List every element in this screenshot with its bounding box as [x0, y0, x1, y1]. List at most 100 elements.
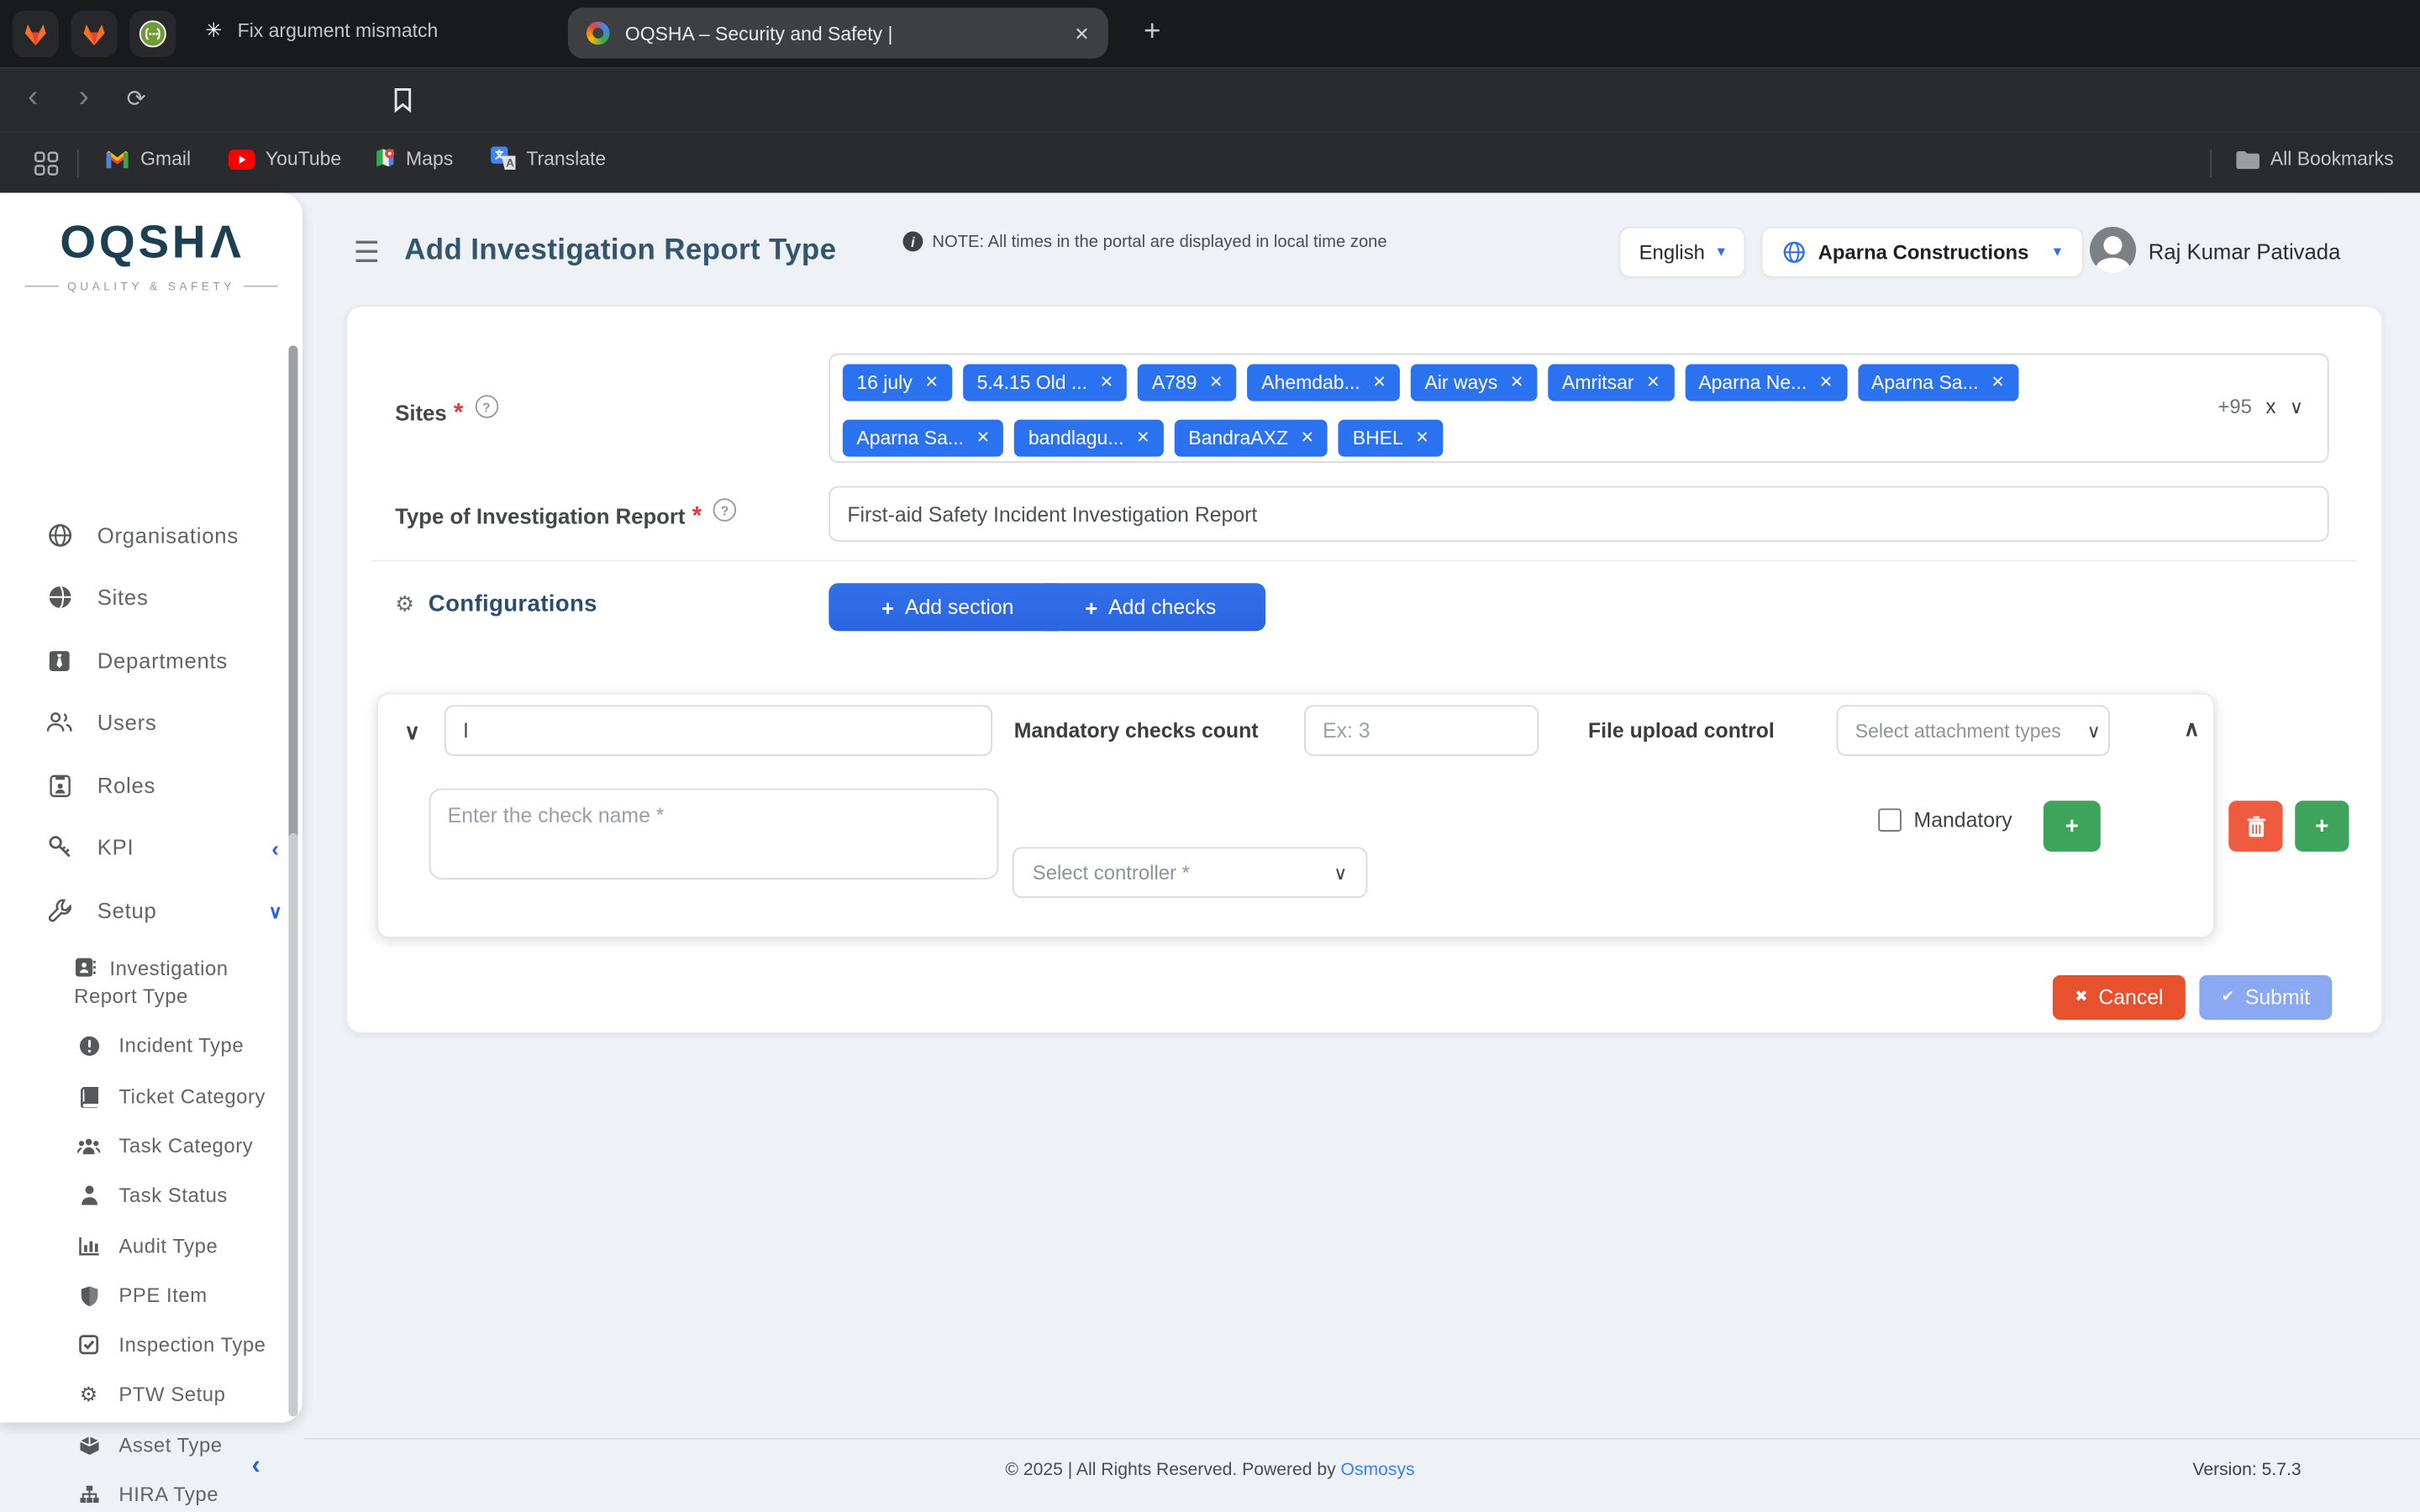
sidebar-item-investigation-report-type[interactable]: Investigation Report Type: [74, 955, 275, 1011]
pinned-tab-gitlab-2[interactable]: [71, 11, 117, 57]
sidebar-scrollbar-thumb[interactable]: [288, 833, 297, 1416]
sidebar-item-hira-type[interactable]: HIRA Type: [77, 1483, 218, 1506]
user-name: Raj Kumar Pativada: [2149, 239, 2341, 264]
chip-remove-icon[interactable]: ✕: [924, 373, 938, 391]
add-check-button[interactable]: +: [2044, 801, 2101, 852]
bookmark-gmail[interactable]: Gmail: [105, 148, 191, 170]
id-card-icon: [46, 774, 72, 797]
sidebar-item-departments[interactable]: Departments: [46, 648, 228, 672]
gitlab-icon: [82, 23, 106, 46]
tab-oqsha-active[interactable]: OQSHA – Security and Safety | ✕: [568, 8, 1108, 59]
check-name-textarea[interactable]: [429, 789, 999, 879]
apps-grid-icon[interactable]: [34, 151, 58, 176]
chip-remove-icon[interactable]: ✕: [1372, 373, 1386, 391]
pinned-tab-gitlab-1[interactable]: [13, 11, 59, 57]
sidebar-item-ppe-item[interactable]: PPE Item: [77, 1284, 208, 1307]
all-bookmarks[interactable]: All Bookmarks: [2235, 148, 2394, 170]
chip-remove-icon[interactable]: ✕: [1100, 373, 1113, 391]
sidebar-item-task-category[interactable]: Task Category: [77, 1134, 253, 1158]
sidebar-item-users[interactable]: Users: [46, 710, 156, 734]
page-title: Add Investigation Report Type: [404, 234, 836, 268]
add-section-button[interactable]: + Add section: [829, 583, 1066, 631]
sidebar-item-ptw-setup[interactable]: ⚙ PTW Setup: [77, 1383, 226, 1406]
expand-sites-icon[interactable]: ∨: [2290, 396, 2303, 417]
section-expand-icon[interactable]: ∧: [2184, 716, 2200, 742]
sidebar-item-setup[interactable]: Setup: [46, 898, 156, 922]
pinned-tab-green-app[interactable]: [129, 11, 176, 57]
help-icon[interactable]: ?: [475, 395, 498, 418]
sidebar-item-sites[interactable]: Sites: [46, 585, 148, 609]
add-section-inline-button[interactable]: +: [2295, 801, 2349, 852]
sidebar-item-roles[interactable]: Roles: [46, 773, 155, 797]
bookmark-translate[interactable]: Translate: [491, 146, 606, 170]
sidebar-item-ticket-category[interactable]: Ticket Category: [77, 1084, 266, 1108]
chip-remove-icon[interactable]: ✕: [976, 429, 990, 448]
chip-remove-icon[interactable]: ✕: [1209, 373, 1223, 391]
kpi-collapse-icon[interactable]: ‹: [271, 837, 279, 861]
mandatory-checkbox[interactable]: [1878, 808, 1902, 832]
sidebar-item-inspection-type[interactable]: Inspection Type: [77, 1333, 266, 1357]
sidebar-item-task-status[interactable]: Task Status: [77, 1184, 228, 1207]
clear-all-icon[interactable]: x: [2265, 395, 2275, 418]
cancel-button[interactable]: ✖ Cancel: [2053, 975, 2186, 1020]
help-icon[interactable]: ?: [713, 498, 737, 522]
bookmark-maps[interactable]: Maps: [375, 146, 453, 170]
site-chip[interactable]: bandlagu...✕: [1014, 420, 1164, 457]
bookmark-youtube[interactable]: YouTube: [229, 148, 341, 170]
reload-icon[interactable]: ⟳: [127, 85, 146, 113]
chip-remove-icon[interactable]: ✕: [1991, 373, 2004, 391]
site-chip[interactable]: A789✕: [1138, 364, 1237, 401]
site-chip[interactable]: 5.4.15 Old ...✕: [963, 364, 1127, 401]
sidebar-item-asset-type[interactable]: Asset Type: [77, 1433, 223, 1457]
osmosys-link[interactable]: Osmosys: [1341, 1461, 1415, 1479]
sidebar-item-incident-type[interactable]: Incident Type: [77, 1034, 244, 1058]
chip-remove-icon[interactable]: ✕: [1646, 373, 1660, 391]
setup-expand-icon[interactable]: ∨: [269, 901, 282, 923]
sidebar-item-audit-type[interactable]: Audit Type: [77, 1234, 218, 1257]
attachment-type-select[interactable]: Select attachment types ∨: [1837, 705, 2110, 756]
site-chip[interactable]: BHEL✕: [1339, 420, 1443, 457]
section-collapse-icon[interactable]: ∨: [404, 719, 420, 745]
chip-remove-icon[interactable]: ✕: [1415, 429, 1428, 448]
controller-select[interactable]: Select controller * ∨: [1013, 847, 1367, 898]
report-type-input[interactable]: [829, 486, 2328, 542]
site-chip[interactable]: Air ways✕: [1411, 364, 1538, 401]
add-checks-button[interactable]: + Add checks: [1035, 583, 1265, 631]
screen: ✳ Fix argument mismatch OQSHA – Security…: [0, 0, 2420, 1512]
tab-fix-argument-mismatch[interactable]: ✳ Fix argument mismatch: [205, 18, 438, 43]
select-placeholder: Select attachment types: [1855, 720, 2061, 742]
back-icon[interactable]: ‹: [28, 81, 38, 113]
mandatory-toggle[interactable]: Mandatory: [1878, 808, 2012, 832]
chip-remove-icon[interactable]: ✕: [1510, 373, 1523, 391]
site-chip[interactable]: Amritsar✕: [1549, 364, 1674, 401]
sidebar-item-label: PPE Item: [118, 1284, 207, 1307]
close-tab-icon[interactable]: ✕: [1074, 23, 1089, 45]
site-chip[interactable]: Ahemdab...✕: [1248, 364, 1400, 401]
submit-button[interactable]: ✔ Submit: [2199, 975, 2332, 1020]
hamburger-icon[interactable]: ☰: [354, 236, 380, 271]
sidebar-item-label: Incident Type: [118, 1034, 244, 1058]
chevron-down-icon: ∨: [1334, 862, 1347, 884]
site-chip[interactable]: Aparna Sa...✕: [843, 420, 1004, 457]
user-avatar[interactable]: [2090, 227, 2136, 273]
sites-multiselect[interactable]: 16 july✕ 5.4.15 Old ...✕ A789✕ Ahemdab..…: [829, 354, 2328, 463]
section-name-input[interactable]: [445, 705, 992, 756]
site-chip[interactable]: Aparna Sa...✕: [1858, 364, 2019, 401]
divider: [77, 150, 79, 177]
sidebar-item-kpi[interactable]: KPI: [46, 835, 134, 859]
site-chip[interactable]: Aparna Ne...✕: [1685, 364, 1847, 401]
chip-remove-icon[interactable]: ✕: [1136, 429, 1150, 448]
new-tab-button[interactable]: +: [1144, 15, 1160, 49]
required-asterisk: *: [692, 504, 702, 530]
language-select[interactable]: English ▾: [1619, 227, 1745, 278]
chip-remove-icon[interactable]: ✕: [1301, 429, 1314, 448]
site-chip[interactable]: BandraAXZ✕: [1175, 420, 1328, 457]
mandatory-count-input[interactable]: [1304, 705, 1539, 756]
chip-remove-icon[interactable]: ✕: [1819, 373, 1833, 391]
bookmark-icon[interactable]: [393, 88, 412, 113]
delete-section-button[interactable]: [2228, 801, 2282, 852]
site-chip[interactable]: 16 july✕: [843, 364, 952, 401]
forward-icon[interactable]: ›: [79, 81, 89, 113]
organisation-select[interactable]: Aparna Constructions ▾: [1761, 227, 2083, 278]
sidebar-item-organisations[interactable]: Organisations: [46, 523, 239, 548]
